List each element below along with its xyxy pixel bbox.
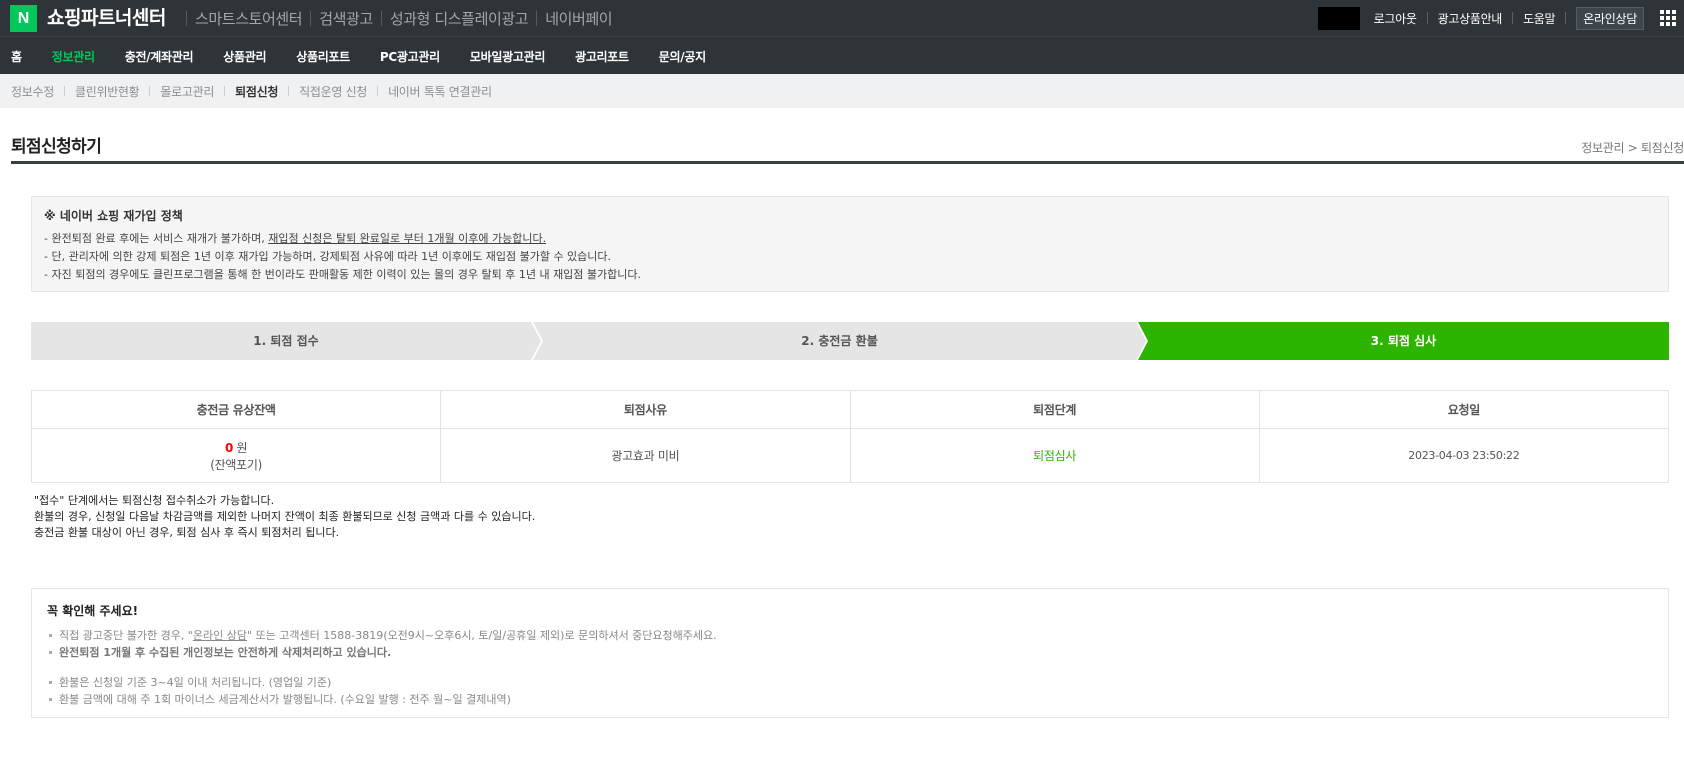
online-consult-button[interactable]: 온라인상담 — [1576, 6, 1644, 30]
top-nav-naverpay[interactable]: 네이버페이 — [545, 8, 612, 29]
top-right-menu: 로그아웃 광고상품안내 도움말 온라인상담 — [1317, 5, 1684, 31]
main-nav: 홈 정보관리 충전/계좌관리 상품관리 상품리포트 PC광고관리 모바일광고관리… — [0, 36, 1684, 74]
divider — [536, 10, 538, 26]
policy-line-1: - 완전퇴점 완료 후에는 서비스 재개가 불가하며, 재입점 신청은 탈퇴 완… — [44, 230, 1656, 248]
sub-nav-mall-logo[interactable]: 몰로고관리 — [160, 83, 214, 100]
divider — [380, 10, 382, 26]
balance-cell: 0 원 (잔액포기) — [30, 428, 442, 483]
step-refund: 2. 충전금 환불 — [533, 322, 1146, 360]
rejoin-policy-box: ※ 네이버 쇼핑 재가입 정책 - 완전퇴점 완료 후에는 서비스 재개가 불가… — [31, 196, 1669, 292]
main-nav-info-management[interactable]: 정보관리 — [52, 48, 95, 65]
withdrawal-status-table: 충전금 유상잔액 퇴점사유 퇴점단계 요청일 0 원 (잔액포기) 광고효과 미… — [30, 390, 1670, 483]
step-review-active: 3. 퇴점 심사 — [1138, 322, 1669, 360]
withdrawal-steps: 1. 퇴점 접수 2. 충전금 환불 3. 퇴점 심사 — [31, 322, 1669, 360]
step-receipt: 1. 퇴점 접수 — [31, 322, 541, 360]
divider — [224, 86, 226, 96]
confirm-heading: 꼭 확인해 주세요! — [47, 604, 139, 618]
main-nav-ad-report[interactable]: 광고리포트 — [575, 48, 629, 65]
balance-value: 0 — [224, 440, 234, 455]
logout-link[interactable]: 로그아웃 — [1374, 10, 1417, 27]
sub-nav-direct-operation[interactable]: 직접운영 신청 — [299, 83, 367, 100]
balance-unit: 원 — [233, 440, 248, 455]
policy-line-2: - 단, 관리자에 의한 강제 퇴점은 1년 이후 재가입 가능하며, 강제퇴점… — [44, 250, 612, 263]
sub-nav-edit-info[interactable]: 정보수정 — [11, 83, 54, 100]
confirm-line-2: 완전퇴점 1개월 후 수집된 개인정보는 안전하게 삭제처리하고 있습니다. — [47, 644, 1653, 661]
help-link[interactable]: 도움말 — [1523, 10, 1556, 27]
sub-nav-clean-violation[interactable]: 클린위반현황 — [75, 83, 140, 100]
please-confirm-box: 꼭 확인해 주세요! 직접 광고중단 불가한 경우, "온라인 상담" 또는 고… — [31, 588, 1669, 718]
app-grid-icon[interactable] — [1660, 10, 1676, 26]
naver-logo[interactable]: N — [10, 5, 37, 32]
confirm-line-1-pre: 직접 광고중단 불가한 경우, " — [59, 629, 193, 642]
divider — [1565, 12, 1567, 24]
policy-line-1-text: - 완전퇴점 완료 후에는 서비스 재개가 불가하며, — [44, 232, 269, 245]
main-nav-pc-ad[interactable]: PC광고관리 — [380, 48, 440, 65]
sub-nav-talktalk[interactable]: 네이버 톡톡 연결관리 — [388, 83, 492, 100]
confirm-line-1-post: " 또는 고객센터 1588-3819(오전9시~오후6시, 토/일/공휴일 제… — [246, 629, 717, 642]
divider — [288, 86, 290, 96]
main-nav-home[interactable]: 홈 — [11, 48, 22, 65]
confirm-line-3: 환불은 신청일 기준 3~4일 이내 처리됩니다. (영업일 기준) — [47, 674, 1653, 691]
ad-product-guide-link[interactable]: 광고상품안내 — [1438, 10, 1503, 27]
divider — [186, 10, 187, 26]
divider — [1512, 12, 1514, 24]
page-title: 퇴점신청하기 — [11, 137, 102, 157]
brand-title[interactable]: 쇼핑파트너센터 — [47, 4, 166, 32]
top-bar: N 쇼핑파트너센터 스마트스토어센터 검색광고 성과형 디스플레이광고 네이버페… — [0, 0, 1684, 36]
user-id-redacted — [1317, 6, 1360, 30]
main-nav-product-report[interactable]: 상품리포트 — [296, 48, 350, 65]
withdrawal-notes: "접수" 단계에서는 퇴점신청 접수취소가 가능합니다. 환불의 경우, 신청일… — [34, 493, 535, 541]
col-date: 요청일 — [1258, 390, 1670, 429]
divider — [149, 86, 151, 96]
balance-note: (잔액포기) — [210, 457, 262, 472]
policy-line-3: - 자진 퇴점의 경우에도 클린프로그램을 통해 한 번이라도 판매활동 제한 … — [44, 268, 642, 281]
title-divider — [11, 161, 1684, 164]
main-nav-inquiry-notice[interactable]: 문의/공지 — [659, 48, 706, 65]
confirm-line-1: 직접 광고중단 불가한 경우, "온라인 상담" 또는 고객센터 1588-38… — [47, 627, 1653, 644]
stage-cell: 퇴점심사 — [849, 428, 1260, 483]
top-nav-smartstore[interactable]: 스마트스토어센터 — [195, 8, 303, 29]
table-header-row: 충전금 유상잔액 퇴점사유 퇴점단계 요청일 — [30, 390, 1670, 429]
divider — [63, 86, 65, 96]
divider — [310, 10, 312, 26]
note-line-1: "접수" 단계에서는 퇴점신청 접수취소가 가능합니다. — [34, 494, 275, 507]
policy-heading: ※ 네이버 쇼핑 재가입 정책 — [44, 209, 183, 223]
top-nav: 스마트스토어센터 검색광고 성과형 디스플레이광고 네이버페이 — [178, 5, 613, 31]
divider — [1426, 12, 1428, 24]
main-nav-charge-account[interactable]: 충전/계좌관리 — [125, 48, 194, 65]
sub-nav-withdrawal[interactable]: 퇴점신청 — [235, 83, 278, 100]
main-nav-product-management[interactable]: 상품관리 — [223, 48, 266, 65]
col-stage: 퇴점단계 — [849, 390, 1260, 429]
col-reason: 퇴점사유 — [440, 390, 851, 429]
col-balance: 충전금 유상잔액 — [30, 390, 442, 429]
date-cell: 2023-04-03 23:50:22 — [1258, 428, 1670, 483]
main-nav-mobile-ad[interactable]: 모바일광고관리 — [470, 48, 545, 65]
confirm-line-4: 환불 금액에 대해 주 1회 마이너스 세금계산서가 발행됩니다. (수요일 발… — [47, 691, 1653, 708]
online-consult-link[interactable]: 온라인 상담 — [193, 629, 247, 642]
top-nav-search-ad[interactable]: 검색광고 — [319, 8, 373, 29]
breadcrumb: 정보관리 > 퇴점신청 — [1581, 141, 1684, 155]
note-line-3: 충전금 환불 대상이 아닌 경우, 퇴점 심사 후 즉시 퇴점처리 됩니다. — [34, 526, 340, 539]
sub-nav: 정보수정 클린위반현황 몰로고관리 퇴점신청 직접운영 신청 네이버 톡톡 연결… — [0, 74, 1684, 108]
reason-cell: 광고효과 미비 — [440, 428, 851, 483]
table-row: 0 원 (잔액포기) 광고효과 미비 퇴점심사 2023-04-03 23:50… — [30, 428, 1670, 483]
policy-line-1-underline: 재입점 신청은 탈퇴 완료일로 부터 1개월 이후에 가능합니다. — [268, 232, 547, 245]
top-nav-display-ad[interactable]: 성과형 디스플레이광고 — [390, 8, 529, 29]
note-line-2: 환불의 경우, 신청일 다음날 차감금액를 제외한 나머지 잔액이 최종 환불되… — [34, 510, 536, 523]
divider — [377, 86, 379, 96]
